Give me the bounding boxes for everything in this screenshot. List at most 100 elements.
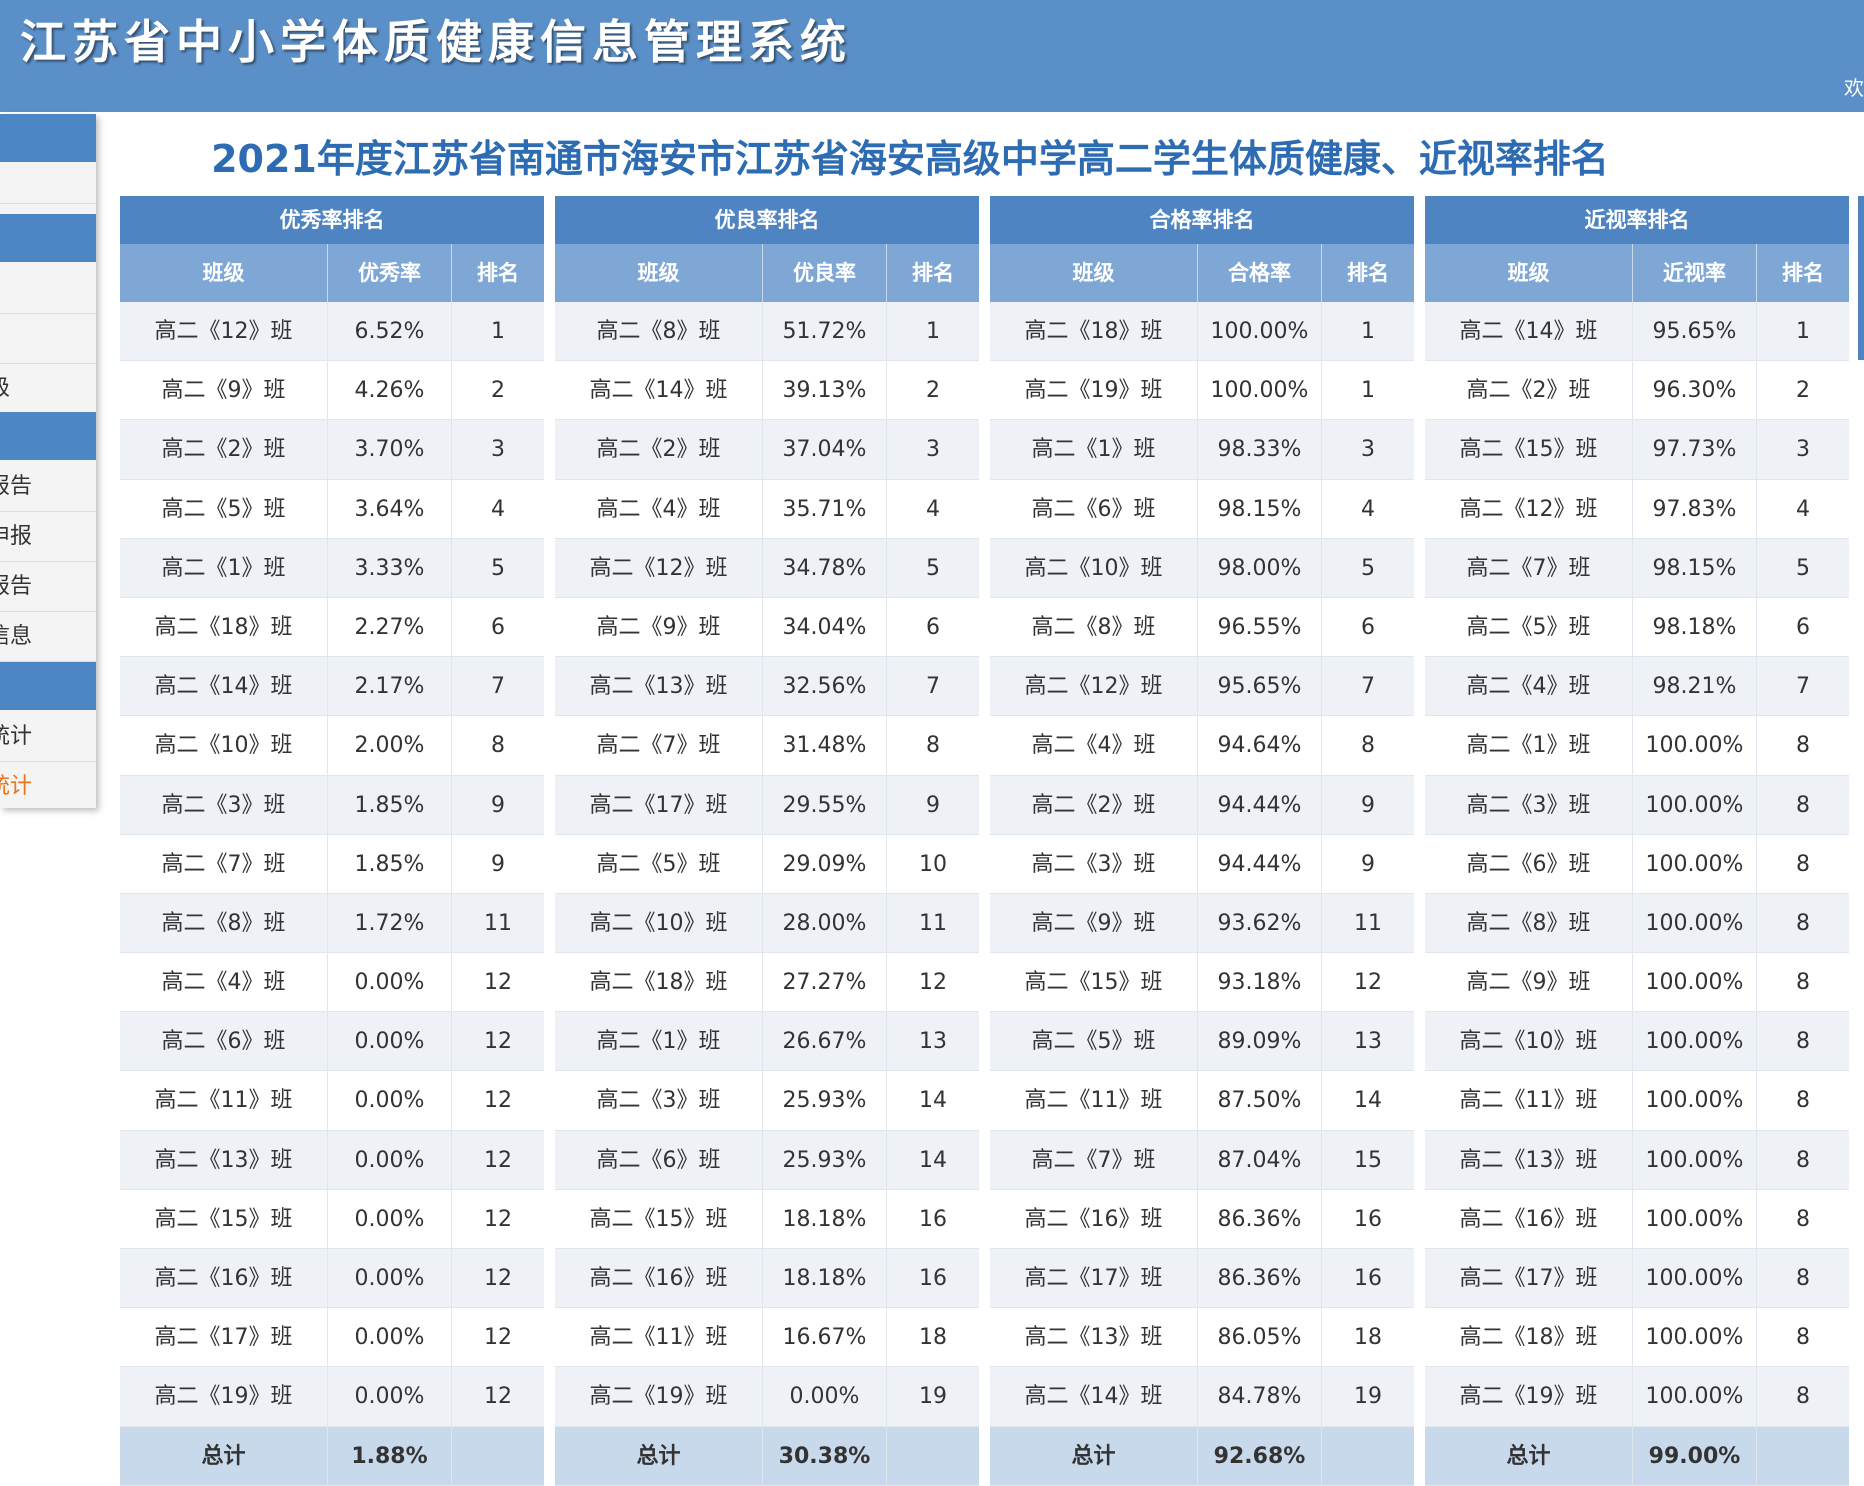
table-cell: 高二《13》班 xyxy=(990,1308,1198,1367)
table-cell: 86.36% xyxy=(1198,1249,1322,1308)
table-cell: 14 xyxy=(919,1147,947,1173)
table-cell: 18.18% xyxy=(763,1249,887,1308)
table-cell: 高二《12》班 xyxy=(120,302,328,361)
column-header[interactable]: 班级 xyxy=(990,244,1198,302)
table-cell: 0.00% xyxy=(328,953,452,1012)
table-cell: 27.27% xyxy=(763,953,887,1012)
column-header[interactable]: 近视率 xyxy=(1633,244,1757,302)
table-cell: 6 xyxy=(1796,614,1810,640)
table-cell: 8 xyxy=(926,733,940,759)
column-header[interactable]: 班级 xyxy=(1425,244,1633,302)
table-row: 高二《7》班 87.04% 15 xyxy=(990,1130,1414,1190)
table-cell: 87.50% xyxy=(1198,1071,1322,1130)
table-cell: 18 xyxy=(1354,1325,1382,1351)
table-cell: 1.85% xyxy=(328,834,452,893)
table-cell: 2 xyxy=(491,378,505,404)
table-row: 高二《9》班 100.00% 8 xyxy=(1425,953,1849,1013)
table-row: 高二《12》班 6.52% 1 xyxy=(120,302,544,362)
sidebar-item[interactable]: 信息 xyxy=(0,612,96,662)
table-cell: 高二《5》班 xyxy=(555,834,763,893)
table-cell: 19 xyxy=(919,1384,947,1410)
sidebar-item[interactable]: 申报 xyxy=(0,512,96,562)
table-cell: 8 xyxy=(1361,733,1375,759)
sidebar-item-label: 统计 xyxy=(0,774,33,799)
table-cell: 高二《10》班 xyxy=(990,538,1198,597)
sidebar-group-header[interactable] xyxy=(0,114,96,162)
table-cell: 25.93% xyxy=(763,1130,887,1189)
sidebar-item[interactable]: 报告 xyxy=(0,562,96,612)
table-cell: 16 xyxy=(1354,1266,1382,1291)
total-cell: 总计 xyxy=(555,1426,763,1485)
table-row: 高二《16》班 0.00% 12 xyxy=(120,1249,544,1309)
table-row: 高二《10》班 2.00% 8 xyxy=(120,716,544,776)
table-cell: 2.27% xyxy=(328,597,452,657)
table-cell: 高二《3》班 xyxy=(990,834,1198,893)
table-cell: 高二《7》班 xyxy=(990,1130,1198,1189)
page-title: 2021年度江苏省南通市海安市江苏省海安高级中学高二学生体质健康、近视率排名 xyxy=(211,137,1609,181)
column-header[interactable]: 排名 xyxy=(1757,244,1849,302)
table-cell: 93.18% xyxy=(1198,953,1322,1012)
table-cell: 16 xyxy=(919,1266,947,1291)
total-cell: 1.88% xyxy=(328,1426,452,1485)
table-row: 高二《14》班 2.17% 7 xyxy=(120,657,544,717)
column-header[interactable]: 优良率 xyxy=(763,244,887,302)
table-row: 高二《7》班 1.85% 9 xyxy=(120,834,544,894)
column-header[interactable]: 优秀率 xyxy=(328,244,452,302)
column-header[interactable]: 班级 xyxy=(555,244,763,302)
sidebar-group-header[interactable] xyxy=(0,214,96,262)
table-cell: 高二《3》班 xyxy=(555,1071,763,1130)
sidebar-group-header[interactable] xyxy=(0,662,96,710)
table-cell: 1 xyxy=(1361,319,1375,344)
column-header[interactable]: 排名 xyxy=(452,244,544,302)
table-cell: 2 xyxy=(1796,378,1810,404)
table-cell: 2.00% xyxy=(328,716,452,775)
table-cell: 12 xyxy=(919,970,947,996)
table-cell: 0.00% xyxy=(328,1130,452,1189)
sidebar-item-active[interactable]: 统计 xyxy=(0,762,96,808)
table-cell: 0.00% xyxy=(328,1071,452,1130)
table-row: 高二《8》班 51.72% 1 xyxy=(555,302,979,362)
column-header[interactable]: 班级 xyxy=(120,244,328,302)
table-cell: 100.00% xyxy=(1633,834,1757,893)
column-header[interactable]: 合格率 xyxy=(1198,244,1322,302)
sidebar-item[interactable]: 统计 xyxy=(0,712,96,762)
table-row: 高二《4》班 94.64% 8 xyxy=(990,716,1414,776)
sidebar-item[interactable]: 报告 xyxy=(0,462,96,512)
table-row: 高二《12》班 97.83% 4 xyxy=(1425,479,1849,539)
table-cell: 高二《10》班 xyxy=(1425,1012,1633,1071)
table-cell: 97.83% xyxy=(1633,479,1757,538)
table-cell: 高二《5》班 xyxy=(1425,597,1633,657)
ranking-table: 合格率排名 班级 合格率 排名 高二《18》班 100.00% 1 高二《19》班 100.00… xyxy=(990,196,1414,1486)
table-row: 高二《5》班 3.64% 4 xyxy=(120,479,544,539)
table-cell: 7 xyxy=(491,674,505,700)
sidebar-group-header[interactable] xyxy=(0,412,96,460)
table-cell: 高二《16》班 xyxy=(1425,1189,1633,1248)
table-cell: 高二《15》班 xyxy=(1425,420,1633,479)
table-cell: 高二《5》班 xyxy=(120,479,328,538)
table-cell: 8 xyxy=(1796,851,1810,877)
table-row: 高二《11》班 0.00% 12 xyxy=(120,1071,544,1131)
table-cell: 高二《12》班 xyxy=(1425,479,1633,538)
table-cell: 高二《6》班 xyxy=(120,1012,328,1071)
sidebar-item[interactable] xyxy=(0,264,96,314)
table-cell: 28.00% xyxy=(763,893,887,953)
table-cell: 89.09% xyxy=(1198,1012,1322,1071)
table-row: 高二《12》班 34.78% 5 xyxy=(555,538,979,598)
table-row: 高二《1》班 98.33% 3 xyxy=(990,420,1414,480)
column-header[interactable]: 排名 xyxy=(887,244,979,302)
sidebar-item[interactable]: 级 xyxy=(0,364,96,414)
sidebar: 级 报告 申报 报告 信息 统计 统计 xyxy=(0,114,96,808)
table-cell: 12 xyxy=(484,1206,512,1232)
table-cell: 9 xyxy=(491,851,505,877)
table-cell: 100.00% xyxy=(1633,1130,1757,1189)
column-header[interactable]: 排名 xyxy=(1322,244,1414,302)
total-row: 总计 1.88% xyxy=(120,1426,544,1486)
sidebar-item[interactable] xyxy=(0,314,96,364)
table-cell: 12 xyxy=(484,1088,512,1114)
sidebar-item[interactable] xyxy=(0,162,96,204)
table-cell: 98.21% xyxy=(1633,657,1757,716)
table-row: 高二《14》班 84.78% 19 xyxy=(990,1367,1414,1427)
table-row: 高二《13》班 0.00% 12 xyxy=(120,1130,544,1190)
table-row: 高二《1》班 26.67% 13 xyxy=(555,1012,979,1072)
table-cell: 18.18% xyxy=(763,1189,887,1248)
